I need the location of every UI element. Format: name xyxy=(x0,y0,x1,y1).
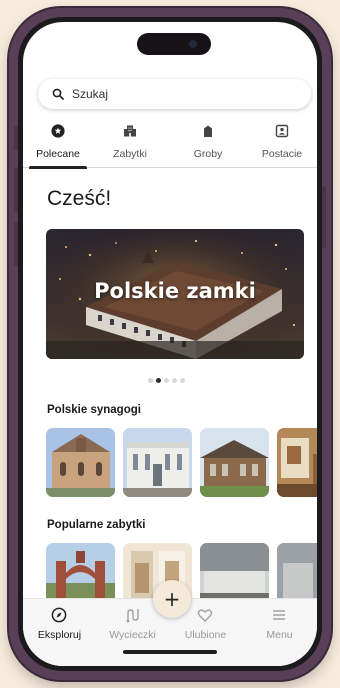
tab-label: Polecane xyxy=(36,148,80,160)
synagogue-photo xyxy=(277,428,317,497)
synagogue-card[interactable] xyxy=(277,428,317,497)
route-icon xyxy=(126,609,139,623)
carousel-dot[interactable] xyxy=(164,378,169,383)
search-icon xyxy=(52,88,64,100)
search-bar[interactable] xyxy=(38,79,311,109)
section-title-popular-monuments: Popularne zabytki xyxy=(47,519,146,531)
tab-polecane[interactable]: Polecane xyxy=(23,120,93,169)
carousel-pagination xyxy=(148,378,185,384)
carousel-title: Polskie zamki xyxy=(94,279,256,303)
synagogue-card[interactable] xyxy=(200,428,269,497)
synagogue-card[interactable] xyxy=(46,428,115,497)
compass-icon xyxy=(51,607,67,623)
tab-postacie[interactable]: Postacie xyxy=(247,120,317,168)
section-title-synagogues: Polskie synagogi xyxy=(47,404,141,416)
nav-label: Wycieczki xyxy=(109,629,156,641)
tombstone-icon xyxy=(204,125,212,137)
synagogue-photo xyxy=(123,428,192,497)
synagogue-card[interactable] xyxy=(123,428,192,497)
synagogues-row xyxy=(46,428,317,498)
carousel-dot[interactable] xyxy=(180,378,185,383)
app-screen: Polecane Zabytki Groby xyxy=(23,22,317,666)
tab-groby[interactable]: Groby xyxy=(173,120,243,168)
nav-item-menu[interactable]: Menu xyxy=(243,599,316,659)
person-badge-icon xyxy=(275,124,289,138)
building-icon xyxy=(124,125,136,137)
dynamic-island xyxy=(137,33,211,55)
tab-label: Postacie xyxy=(261,148,303,160)
tab-label: Groby xyxy=(193,148,223,160)
category-tabs: Polecane Zabytki Groby Postacie xyxy=(23,120,317,169)
greeting-heading: Cześć! xyxy=(47,187,112,210)
hamburger-menu-icon xyxy=(273,610,285,620)
add-fab-button[interactable]: + xyxy=(153,580,191,618)
featured-carousel-slide[interactable]: Polskie zamki xyxy=(46,229,304,359)
active-tab-indicator xyxy=(29,166,87,169)
carousel-dot[interactable] xyxy=(148,378,153,383)
tab-zabytki[interactable]: Zabytki xyxy=(95,120,165,168)
star-circle-icon xyxy=(51,124,65,138)
nav-label: Menu xyxy=(266,629,293,641)
nav-label: Eksploruj xyxy=(37,629,82,641)
home-indicator xyxy=(123,650,217,654)
carousel-dot[interactable] xyxy=(172,378,177,383)
heart-icon xyxy=(197,609,213,622)
tab-label: Zabytki xyxy=(113,148,147,160)
synagogue-photo xyxy=(46,428,115,497)
search-input[interactable] xyxy=(72,87,272,101)
carousel-dot-active[interactable] xyxy=(156,378,161,383)
nav-item-eksploruj[interactable]: Eksploruj xyxy=(23,599,96,659)
synagogue-photo xyxy=(200,428,269,497)
nav-label: Ulubione xyxy=(184,629,227,641)
